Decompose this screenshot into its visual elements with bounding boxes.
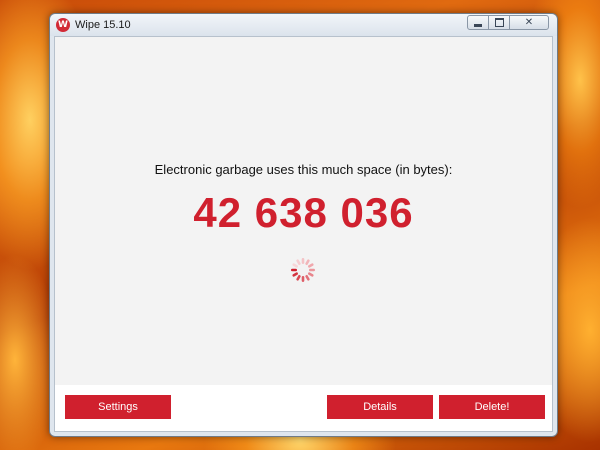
app-window: W Wipe 15.10 ✕ Electronic garbage uses t…: [49, 13, 558, 437]
wipe-logo-icon: W: [56, 18, 70, 32]
garbage-size-counter: 42 638 036: [193, 189, 414, 236]
title-bar[interactable]: W Wipe 15.10 ✕: [50, 14, 557, 36]
close-button[interactable]: ✕: [509, 15, 549, 30]
garbage-size-label: Electronic garbage uses this much space …: [154, 162, 453, 177]
desktop-background: W Wipe 15.10 ✕ Electronic garbage uses t…: [0, 0, 600, 450]
loading-spinner-icon: [291, 258, 315, 282]
details-button[interactable]: Details: [327, 395, 433, 419]
minimize-icon: [474, 23, 482, 27]
delete-button[interactable]: Delete!: [439, 395, 545, 419]
maximize-icon: [494, 18, 504, 27]
minimize-button[interactable]: [467, 15, 489, 30]
settings-button[interactable]: Settings: [65, 395, 171, 419]
maximize-button[interactable]: [488, 15, 510, 30]
close-icon: ✕: [524, 17, 534, 28]
button-bar: Settings Details Delete!: [55, 385, 552, 431]
window-title: Wipe 15.10: [75, 19, 131, 31]
main-panel: Electronic garbage uses this much space …: [54, 36, 553, 432]
caption-buttons: ✕: [467, 15, 549, 31]
